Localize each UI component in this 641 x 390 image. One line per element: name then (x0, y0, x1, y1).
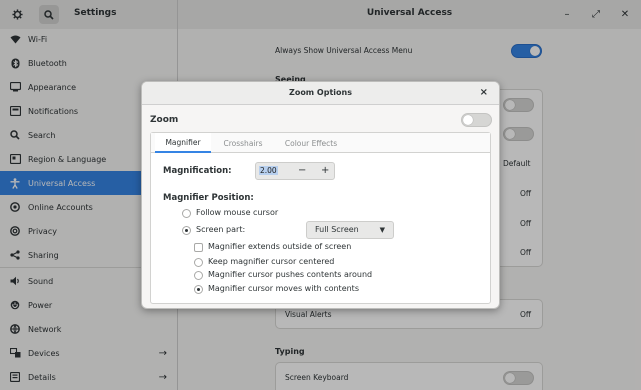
magnification-label: Magnification: (163, 166, 232, 176)
keep-centered-radio[interactable] (194, 258, 203, 267)
zoom-options-dialog: Zoom Options × Zoom Magnifier Crosshairs… (141, 81, 500, 309)
zoom-tabs: Magnifier Crosshairs Colour Effects Magn… (150, 132, 491, 304)
keep-centered-label[interactable]: Keep magnifier cursor centered (208, 257, 334, 266)
magnification-spinbutton[interactable]: 2.00 − + (255, 162, 335, 180)
dropdown-arrow-icon: ▼ (379, 226, 385, 234)
moves-with-contents-label[interactable]: Magnifier cursor moves with contents (208, 284, 359, 293)
dialog-close-button[interactable]: × (480, 87, 488, 98)
follow-mouse-radio[interactable] (182, 209, 191, 218)
screen-part-radio[interactable] (182, 226, 191, 235)
moves-with-contents-radio[interactable] (194, 285, 203, 294)
decrease-button[interactable]: − (298, 165, 306, 176)
tab-bar: Magnifier Crosshairs Colour Effects (151, 133, 490, 153)
switch-knob (463, 115, 473, 125)
pushes-contents-label[interactable]: Magnifier cursor pushes contents around (208, 270, 372, 279)
extends-outside-checkbox[interactable] (194, 243, 203, 252)
dialog-header: Zoom Options × (142, 82, 499, 105)
extends-outside-label[interactable]: Magnifier extends outside of screen (208, 242, 351, 251)
zoom-label: Zoom (150, 115, 179, 125)
screen-part-dropdown[interactable]: Full Screen ▼ (306, 221, 394, 239)
screen-part-selected: Full Screen (315, 225, 359, 234)
tab-crosshairs[interactable]: Crosshairs (215, 133, 271, 153)
screen-part-label[interactable]: Screen part: (196, 225, 245, 234)
magnification-value[interactable]: 2.00 (259, 166, 278, 175)
dialog-title: Zoom Options (289, 88, 352, 97)
follow-mouse-label[interactable]: Follow mouse cursor (196, 208, 278, 217)
magnifier-position-label: Magnifier Position: (163, 193, 254, 203)
pushes-contents-radio[interactable] (194, 271, 203, 280)
tab-magnifier[interactable]: Magnifier (155, 133, 211, 153)
increase-button[interactable]: + (321, 165, 329, 176)
zoom-toggle-switch[interactable] (461, 113, 492, 127)
tab-colour-effects[interactable]: Colour Effects (275, 133, 347, 153)
